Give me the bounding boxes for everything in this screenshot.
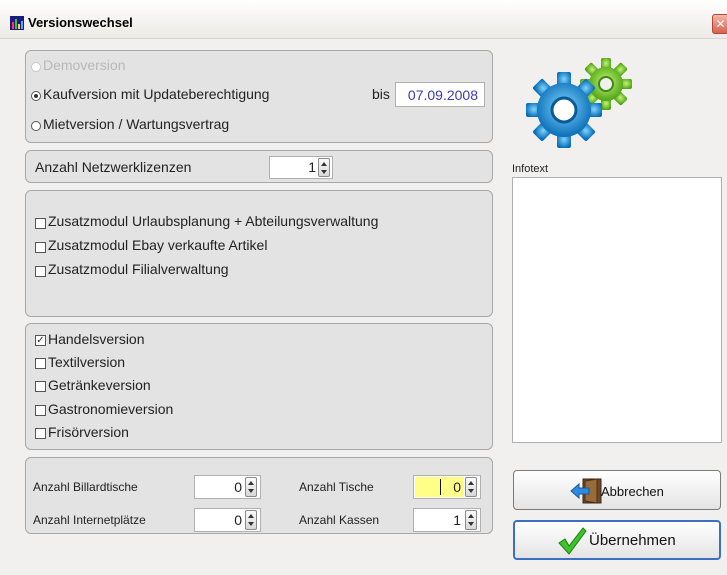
edition-3-label: Gastronomieversion <box>48 401 174 417</box>
radio-kaufversion[interactable] <box>31 91 41 101</box>
spin-down-icon <box>468 489 474 493</box>
version-change-dialog: Versionswechsel ✕ Demoversion Kaufversio… <box>0 0 727 575</box>
close-button[interactable]: ✕ <box>712 14 727 34</box>
spin-up-icon <box>248 514 254 518</box>
kassen-input[interactable]: 1 <box>413 508 481 532</box>
network-licenses-stepper[interactable] <box>318 158 330 177</box>
bis-date-field[interactable]: 07.09.2008 <box>395 82 485 107</box>
gears-logo-icon <box>526 58 632 148</box>
network-licenses-input[interactable]: 1 <box>269 156 333 179</box>
billard-stepper[interactable] <box>245 477 257 497</box>
cancel-label: Abbrechen <box>601 484 664 499</box>
tische-label: Anzahl Tische <box>299 480 374 494</box>
text-cursor <box>440 479 441 495</box>
radio-demoversion[interactable] <box>31 62 41 72</box>
network-licenses-label: Anzahl Netzwerklizenzen <box>35 159 192 175</box>
ok-label: Übernehmen <box>589 532 676 549</box>
ok-button[interactable]: Übernehmen <box>513 520 721 560</box>
cancel-button[interactable]: Abbrechen <box>513 470 721 510</box>
module-2-label: Zusatzmodul Filialverwaltung <box>48 261 229 277</box>
checkbox-edition-0[interactable]: ✓ <box>35 335 46 346</box>
spin-down-icon <box>248 489 254 493</box>
modules-group: Zusatzmodul Urlaubsplanung + Abteilungsv… <box>25 190 493 317</box>
network-licenses-value: 1 <box>308 159 316 175</box>
infotext-box[interactable] <box>512 177 722 443</box>
edition-4-label: Frisörversion <box>48 424 129 440</box>
mietversion-label: Mietversion / Wartungsvertrag <box>43 116 230 132</box>
internet-value: 0 <box>234 512 242 528</box>
internet-stepper[interactable] <box>245 510 257 530</box>
bis-date-value: 07.09.2008 <box>407 87 478 103</box>
version-group: Demoversion Kaufversion mit Updateberech… <box>25 50 493 143</box>
edition-1-label: Textilversion <box>48 354 126 370</box>
internet-label: Anzahl Internetplätze <box>33 513 146 527</box>
spin-up-icon <box>248 481 254 485</box>
spin-up-icon <box>321 162 327 166</box>
edition-0-label: Handelsversion <box>48 331 145 347</box>
radio-selected-dot <box>34 94 38 98</box>
window-title: Versionswechsel <box>28 15 133 30</box>
edition-2-label: Getränkeversion <box>48 377 151 393</box>
spin-up-icon <box>468 514 474 518</box>
tische-value: 0 <box>453 479 461 495</box>
kaufversion-label: Kaufversion mit Updateberechtigung <box>43 86 270 102</box>
kassen-value: 1 <box>453 512 461 528</box>
billard-input[interactable]: 0 <box>194 475 261 499</box>
spin-down-icon <box>248 522 254 526</box>
app-chart-icon <box>10 16 24 30</box>
checkmark-icon <box>558 527 587 555</box>
spin-down-icon <box>321 170 327 174</box>
spin-down-icon <box>468 522 474 526</box>
bis-label: bis <box>372 86 390 102</box>
editions-group: ✓ Handelsversion Textilversion Getränkev… <box>25 323 493 450</box>
billard-value: 0 <box>234 479 242 495</box>
module-1-label: Zusatzmodul Ebay verkaufte Artikel <box>48 237 268 253</box>
spin-up-icon <box>468 481 474 485</box>
checkbox-module-0[interactable] <box>35 218 46 229</box>
checkbox-module-1[interactable] <box>35 242 46 253</box>
close-icon: ✕ <box>715 17 726 31</box>
checkbox-edition-4[interactable] <box>35 428 46 439</box>
checkbox-edition-1[interactable] <box>35 358 46 369</box>
internet-input[interactable]: 0 <box>194 508 261 532</box>
counts-group: Anzahl Billardtische 0 Anzahl Tische 0 A… <box>25 457 493 534</box>
tische-input[interactable]: 0 <box>413 475 481 499</box>
tische-stepper[interactable] <box>465 477 477 497</box>
network-licenses-group: Anzahl Netzwerklizenzen 1 <box>25 150 493 183</box>
radio-mietversion[interactable] <box>31 121 41 131</box>
checkbox-edition-3[interactable] <box>35 405 46 416</box>
infotext-label: Infotext <box>512 163 549 175</box>
checkbox-module-2[interactable] <box>35 266 46 277</box>
module-0-label: Zusatzmodul Urlaubsplanung + Abteilungsv… <box>48 213 379 229</box>
demoversion-label: Demoversion <box>43 57 126 73</box>
checkbox-edition-2[interactable] <box>35 381 46 392</box>
exit-door-icon <box>570 478 602 504</box>
kassen-label: Anzahl Kassen <box>299 513 380 527</box>
title-bar: Versionswechsel ✕ <box>0 0 727 39</box>
kassen-stepper[interactable] <box>465 510 477 530</box>
billard-label: Anzahl Billardtische <box>33 480 138 494</box>
